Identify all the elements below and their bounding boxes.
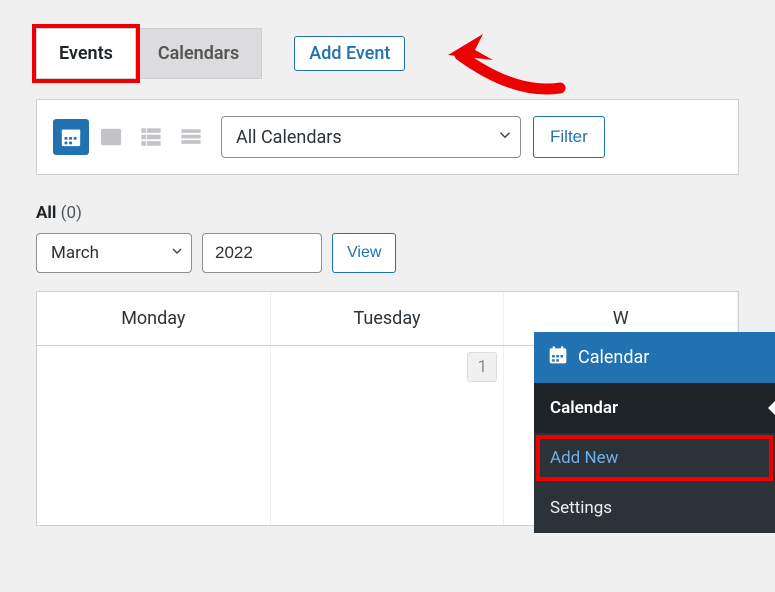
- view-button[interactable]: View: [332, 233, 396, 273]
- calendar-icon: [548, 345, 568, 370]
- year-input[interactable]: [202, 233, 322, 273]
- month-select-label: March: [51, 243, 99, 263]
- count-label: All: [36, 203, 56, 223]
- calendar-select[interactable]: All Calendars: [221, 116, 521, 158]
- tab-calendars[interactable]: Calendars: [136, 28, 262, 79]
- count-number: (0): [61, 203, 82, 223]
- list-view-icon[interactable]: [133, 119, 169, 155]
- tab-events[interactable]: Events: [36, 28, 136, 79]
- chevron-down-icon: [169, 243, 185, 264]
- sidebar-item-settings[interactable]: Settings: [534, 483, 775, 533]
- results-count: All (0): [36, 203, 739, 223]
- sidebar-item-calendar[interactable]: Calendar: [534, 383, 775, 433]
- filter-panel: All Calendars Filter: [36, 99, 739, 175]
- month-select[interactable]: March: [36, 233, 192, 273]
- add-event-button[interactable]: Add Event: [294, 36, 405, 71]
- calendar-cell[interactable]: [37, 346, 271, 525]
- view-mode-icons: [53, 119, 209, 155]
- filter-button[interactable]: Filter: [533, 116, 605, 158]
- card-view-icon[interactable]: [93, 119, 129, 155]
- day-number: 1: [467, 352, 497, 382]
- weekday-header: Tuesday: [271, 292, 505, 345]
- sidebar-head-label: Calendar: [578, 347, 649, 368]
- calendar-view-icon[interactable]: [53, 119, 89, 155]
- calendar-select-label: All Calendars: [236, 127, 342, 148]
- compact-list-icon[interactable]: [173, 119, 209, 155]
- chevron-down-icon: [496, 126, 514, 149]
- sidebar-head[interactable]: Calendar: [534, 332, 775, 383]
- weekday-header: Monday: [37, 292, 271, 345]
- sidebar-item-add-new[interactable]: Add New: [534, 433, 775, 483]
- admin-sidebar: Calendar Calendar Add New Settings: [534, 332, 775, 533]
- calendar-cell[interactable]: 1: [271, 346, 505, 525]
